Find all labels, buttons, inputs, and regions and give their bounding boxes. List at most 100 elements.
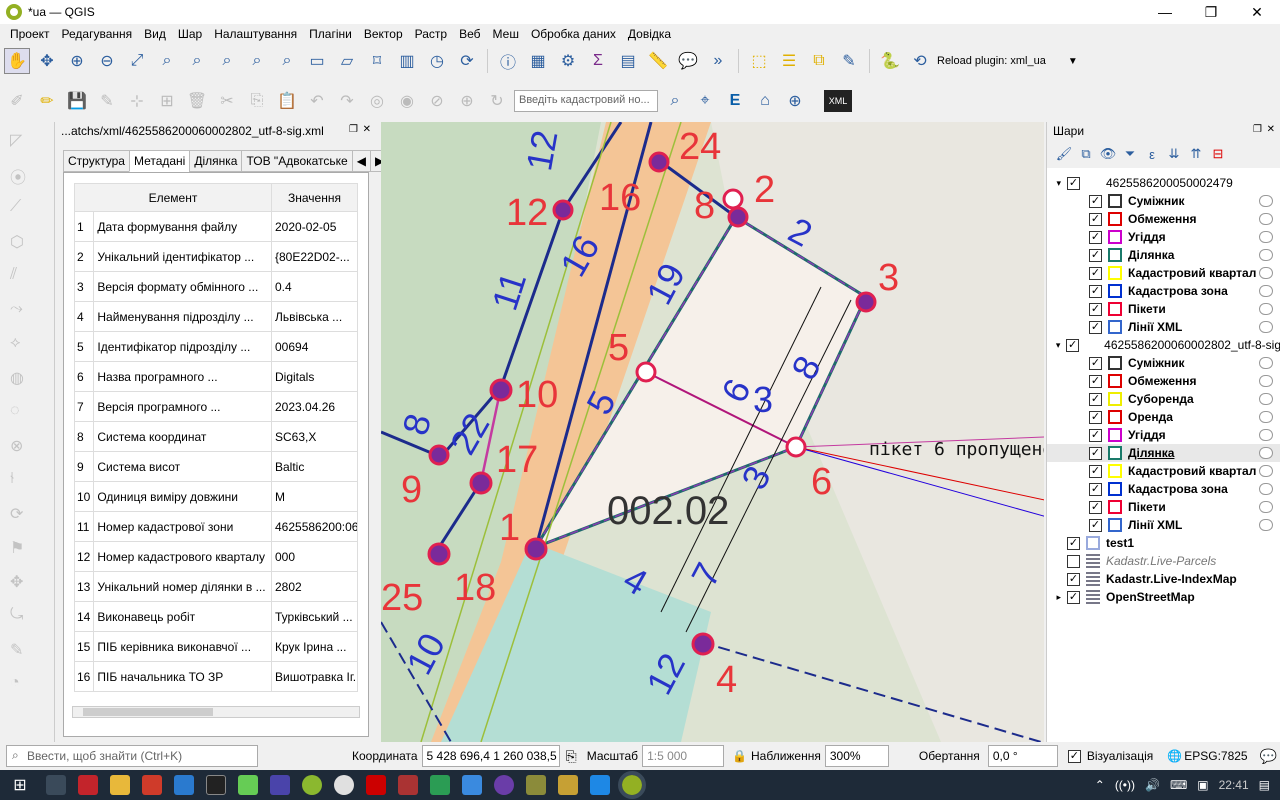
reload-plugin-label[interactable]: Reload plugin: xml_ua xyxy=(937,55,1046,67)
row-value[interactable]: Крук Ірина ... xyxy=(271,631,358,662)
row-number[interactable]: 16 xyxy=(73,661,95,692)
rotate-symbol-icon[interactable]: ⟳ xyxy=(10,504,36,530)
add-feature-icon[interactable]: ✎ xyxy=(94,88,120,114)
row-element[interactable]: Ідентифікатор підрозділу ... xyxy=(93,331,272,362)
label-pin-icon[interactable]: ⚑ xyxy=(10,538,36,564)
label-move-icon[interactable]: ✥ xyxy=(10,572,36,598)
picket-point[interactable] xyxy=(855,291,877,313)
expand-arrow-icon[interactable]: ▾ xyxy=(1047,178,1067,189)
new-bookmark-icon[interactable]: ⌑ xyxy=(364,48,390,74)
row-value[interactable]: Baltic xyxy=(271,451,358,482)
zoom-out-icon[interactable]: ⊖ xyxy=(94,48,120,74)
row-number[interactable]: 5 xyxy=(73,331,95,362)
layer-group[interactable]: ▾ ✓ 4625586200060002802_utf-8-sig xyxy=(1047,336,1280,354)
annotation-icon[interactable]: 💬 xyxy=(675,48,701,74)
close-panel-icon[interactable]: ✕ xyxy=(1267,124,1275,135)
task-view-icon[interactable] xyxy=(46,775,66,795)
menu-help[interactable]: Довідка xyxy=(622,27,677,41)
notifications-icon[interactable]: ▤ xyxy=(1259,778,1270,792)
layer-item[interactable]: ✓ Кадастровий квартал xyxy=(1047,264,1280,282)
qgis-taskbar-icon[interactable] xyxy=(618,771,646,799)
remove-layer-icon[interactable]: ⊟ xyxy=(1207,141,1229,167)
menu-edit[interactable]: Редагування xyxy=(56,27,139,41)
row-element[interactable]: Одиниця виміру довжини xyxy=(93,481,272,512)
layer-indicator-icon[interactable] xyxy=(1259,393,1273,405)
layer-visibility-checkbox[interactable]: ✓ xyxy=(1089,410,1102,424)
float-panel-icon[interactable]: ❐ xyxy=(349,124,358,135)
table-row[interactable]: 14 Виконавець робіт Турківський ... xyxy=(73,601,358,632)
layer-visibility-checkbox[interactable]: ✓ xyxy=(1089,374,1102,388)
layer-item[interactable]: Kadastr.Live-Parcels xyxy=(1047,552,1280,570)
layer-visibility-checkbox[interactable]: ✓ xyxy=(1089,266,1102,280)
picket-point[interactable] xyxy=(469,471,493,495)
deselect-icon[interactable]: ⧉ xyxy=(806,48,832,74)
row-number[interactable]: 4 xyxy=(73,301,95,332)
layer-indicator-icon[interactable] xyxy=(1259,195,1273,207)
split-icon[interactable]: ⊘ xyxy=(424,88,450,114)
row-element[interactable]: ПІБ начальника ТО ЗР xyxy=(93,661,272,692)
row-value[interactable]: {80E22D02-... xyxy=(271,241,358,272)
layer-item[interactable]: ✓ Обмеження xyxy=(1047,210,1280,228)
row-element[interactable]: Номер кадастрового кварталу xyxy=(93,541,272,572)
layer-visibility-checkbox[interactable]: ✓ xyxy=(1089,320,1102,334)
pan-hand-icon[interactable]: ✋ xyxy=(4,48,30,74)
expand-all-icon[interactable]: ⇊ xyxy=(1163,141,1185,167)
layer-indicator-icon[interactable] xyxy=(1259,411,1273,423)
table-row[interactable]: 5 Ідентифікатор підрозділу ... 00694 xyxy=(73,331,358,362)
menu-processing[interactable]: Обробка даних xyxy=(525,27,622,41)
layer-visibility-checkbox[interactable]: ✓ xyxy=(1089,284,1102,298)
maximize-button[interactable]: ❐ xyxy=(1188,0,1234,24)
picket-point[interactable] xyxy=(428,444,450,466)
split-parts-icon[interactable]: ⫮ xyxy=(10,470,36,496)
row-element[interactable]: Версія програмного ... xyxy=(93,391,272,422)
layer-item[interactable]: ✓ Обмеження xyxy=(1047,372,1280,390)
layer-item[interactable]: ✓ Суміжник xyxy=(1047,192,1280,210)
fill-ring-icon[interactable]: ◍ xyxy=(10,368,36,394)
coordinate-toggle-icon[interactable]: ⎘ xyxy=(566,748,577,765)
building-icon[interactable]: ⌂ xyxy=(752,88,778,114)
layer-item[interactable]: ✓ Оренда xyxy=(1047,408,1280,426)
terminal-icon[interactable] xyxy=(206,775,226,795)
app-red-icon[interactable] xyxy=(78,775,98,795)
render-checkbox[interactable]: ✓ xyxy=(1067,749,1081,763)
layer-indicator-icon[interactable] xyxy=(1259,447,1273,459)
measure-icon[interactable]: ▤ xyxy=(615,48,641,74)
save-edits-icon[interactable]: 💾 xyxy=(64,88,90,114)
row-number[interactable]: 3 xyxy=(73,271,95,302)
cut-icon[interactable]: ✂ xyxy=(214,88,240,114)
add-layer-icon[interactable]: ⊕ xyxy=(782,88,808,114)
layer-visibility-checkbox[interactable]: ✓ xyxy=(1089,482,1102,496)
row-value[interactable]: 2020-02-05 xyxy=(271,211,358,242)
locator-search-input[interactable]: ⌕ Ввести, щоб знайти (Ctrl+K) xyxy=(6,745,258,767)
crs-label[interactable]: EPSG:7825 xyxy=(1184,749,1247,763)
row-value[interactable]: Вишотравка Іг... xyxy=(271,661,358,692)
add-ring-icon[interactable]: ◎ xyxy=(364,88,390,114)
row-value[interactable]: Львівська ... xyxy=(271,301,358,332)
layer-item[interactable]: ✓ Суміжник xyxy=(1047,354,1280,372)
delete-selected-icon[interactable]: 🗑 xyxy=(184,88,210,114)
layer-indicator-icon[interactable] xyxy=(1259,483,1273,495)
identify-icon[interactable]: ⓘ xyxy=(495,48,521,74)
offset-icon[interactable]: ⫽ xyxy=(10,266,36,292)
chevron-down-icon[interactable]: ▼ xyxy=(1068,56,1078,67)
row-value[interactable]: 000 xyxy=(271,541,358,572)
picket-point[interactable] xyxy=(489,378,513,402)
xml-import-icon[interactable]: XML xyxy=(824,90,852,112)
add-part-icon[interactable]: ◉ xyxy=(394,88,420,114)
zoom-native-icon[interactable]: ⌕ xyxy=(214,48,240,74)
delete-ring-icon[interactable]: ◌ xyxy=(10,402,36,428)
settings-icon[interactable]: ⚙ xyxy=(555,48,581,74)
label-rotate-icon[interactable]: ⤿ xyxy=(10,606,36,632)
expression-filter-icon[interactable]: ε xyxy=(1141,141,1163,167)
messages-icon[interactable]: 💬 xyxy=(1260,748,1277,765)
row-number[interactable]: 8 xyxy=(73,421,95,452)
row-element[interactable]: Унікальний ідентифікатор ... xyxy=(93,241,272,272)
app-counter-icon[interactable] xyxy=(302,775,322,795)
row-element[interactable]: Версія формату обмінного ... xyxy=(93,271,272,302)
layer-visibility-checkbox[interactable]: ✓ xyxy=(1089,302,1102,316)
layer-item[interactable]: ✓ Лінії XML xyxy=(1047,318,1280,336)
diagram-icon[interactable]: ◔ xyxy=(10,674,36,700)
scale-field[interactable]: 1:5 000 xyxy=(642,745,725,767)
style-paint-icon[interactable]: 🖌 xyxy=(1053,141,1075,167)
minimize-button[interactable]: — xyxy=(1142,0,1188,24)
